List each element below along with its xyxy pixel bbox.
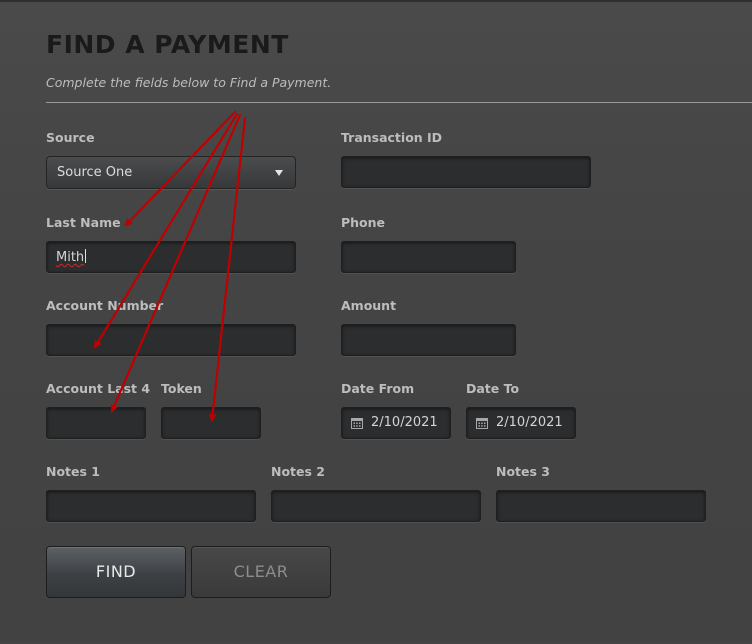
notes1-label: Notes 1 (46, 464, 100, 479)
transaction-id-label: Transaction ID (341, 130, 443, 145)
text-cursor (85, 249, 87, 263)
last-name-text: Mith (56, 250, 85, 265)
source-label: Source (46, 130, 95, 145)
account-number-input[interactable] (46, 324, 296, 356)
notes1-input[interactable] (46, 490, 256, 522)
date-from-value: 2/10/2021 (371, 415, 438, 430)
page-title: FIND A PAYMENT (46, 30, 289, 59)
account-last4-label: Account Last 4 (46, 381, 151, 396)
notes3-input[interactable] (496, 490, 706, 522)
phone-label: Phone (341, 215, 386, 230)
last-name-value: Mith (56, 249, 87, 265)
chevron-down-icon (275, 170, 283, 176)
last-name-input[interactable]: Mith (46, 241, 296, 273)
clear-button[interactable]: CLEAR (191, 546, 331, 598)
find-payment-panel: FIND A PAYMENT Complete the fields below… (0, 0, 752, 642)
account-last4-input[interactable] (46, 407, 146, 439)
date-from-input[interactable]: 2/10/2021 (341, 407, 451, 439)
amount-label: Amount (341, 298, 397, 313)
notes3-label: Notes 3 (496, 464, 550, 479)
date-to-label: Date To (466, 381, 520, 396)
amount-input[interactable] (341, 324, 516, 356)
find-button[interactable]: FIND (46, 546, 186, 598)
calendar-icon[interactable] (476, 417, 488, 429)
date-from-label: Date From (341, 381, 415, 396)
header-divider (46, 102, 752, 103)
page-subtitle: Complete the fields below to Find a Paym… (46, 75, 332, 90)
transaction-id-input[interactable] (341, 156, 591, 188)
token-input[interactable] (161, 407, 261, 439)
source-select-value: Source One (57, 165, 133, 180)
phone-input[interactable] (341, 241, 516, 273)
account-number-label: Account Number (46, 298, 164, 313)
source-select[interactable]: Source One (46, 156, 296, 189)
token-label: Token (161, 381, 202, 396)
notes2-input[interactable] (271, 490, 481, 522)
notes2-label: Notes 2 (271, 464, 325, 479)
date-to-value: 2/10/2021 (496, 415, 563, 430)
calendar-icon[interactable] (351, 417, 363, 429)
date-to-input[interactable]: 2/10/2021 (466, 407, 576, 439)
last-name-label: Last Name (46, 215, 121, 230)
